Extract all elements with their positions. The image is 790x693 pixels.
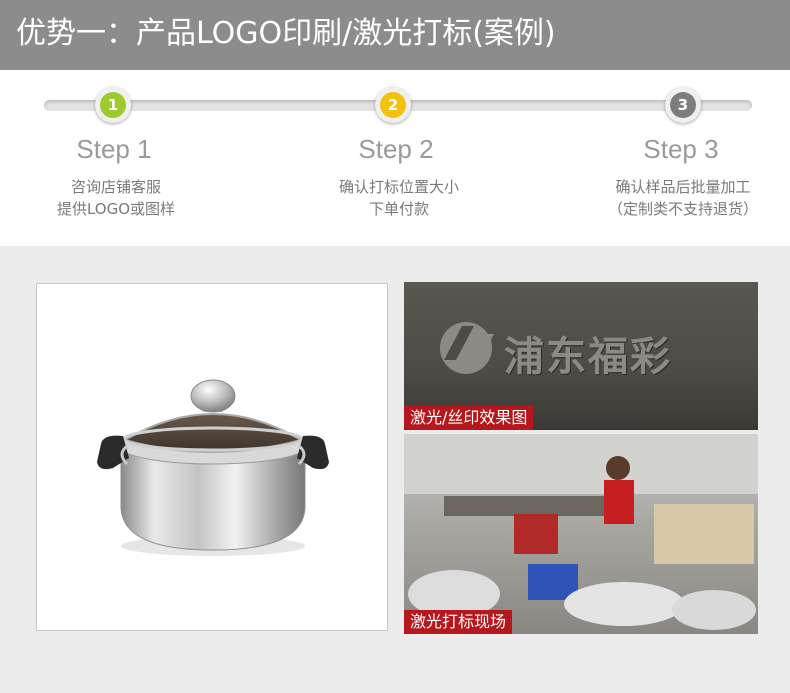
step-2-desc-line-1: 确认打标位置大小 bbox=[338, 178, 459, 196]
step-1-desc-line-2: 提供LOGO或图样 bbox=[56, 200, 176, 218]
step-3-desc-line-1: 确认样品后批量加工 bbox=[615, 178, 751, 196]
step-2-desc-line-2: 下单付款 bbox=[368, 200, 429, 218]
step-2-label: Step 2 bbox=[358, 134, 434, 164]
step-1-label: Step 1 bbox=[76, 134, 152, 164]
step-2-marker: 2 bbox=[375, 87, 411, 123]
laser-workshop-photo: 激光打标现场 bbox=[404, 434, 758, 634]
step-1-marker: 1 bbox=[95, 87, 131, 123]
product-image bbox=[36, 283, 388, 631]
step-3-label: Step 3 bbox=[643, 134, 719, 164]
laser-effect-photo: 浦东福彩 激光/丝印效果图 bbox=[404, 282, 758, 430]
step-1-desc-line-1: 咨询店铺客服 bbox=[70, 178, 161, 196]
laser-workshop-label: 激光打标现场 bbox=[404, 610, 513, 634]
workshop-scene-illustration bbox=[404, 434, 758, 630]
header-bar: 优势一：产品LOGO印刷/激光打标(案例) bbox=[0, 0, 790, 70]
step-3-description: 确认样品后批量加工 （定制类不支持退货） bbox=[563, 176, 790, 220]
step-2-description: 确认打标位置大小 下单付款 bbox=[279, 176, 519, 220]
case-gallery: 浦东福彩 激光/丝印效果图 激光打标现场 bbox=[0, 246, 790, 693]
steps-section: 1 2 3 Step 1 Step 2 Step 3 咨询店铺客服 提供LOGO… bbox=[0, 70, 790, 246]
laser-effect-label: 激光/丝印效果图 bbox=[404, 406, 534, 430]
stockpot-illustration bbox=[97, 379, 329, 556]
step-3-number: 3 bbox=[670, 92, 696, 118]
step-1-number: 1 bbox=[100, 92, 126, 118]
step-3-desc-line-2: （定制类不支持退货） bbox=[607, 200, 758, 218]
step-3-marker: 3 bbox=[665, 87, 701, 123]
page-title: 优势一：产品LOGO印刷/激光打标(案例) bbox=[16, 16, 556, 51]
sign-text: 浦东福彩 bbox=[504, 334, 672, 380]
step-2-number: 2 bbox=[380, 92, 406, 118]
step-1-description: 咨询店铺客服 提供LOGO或图样 bbox=[0, 176, 236, 220]
